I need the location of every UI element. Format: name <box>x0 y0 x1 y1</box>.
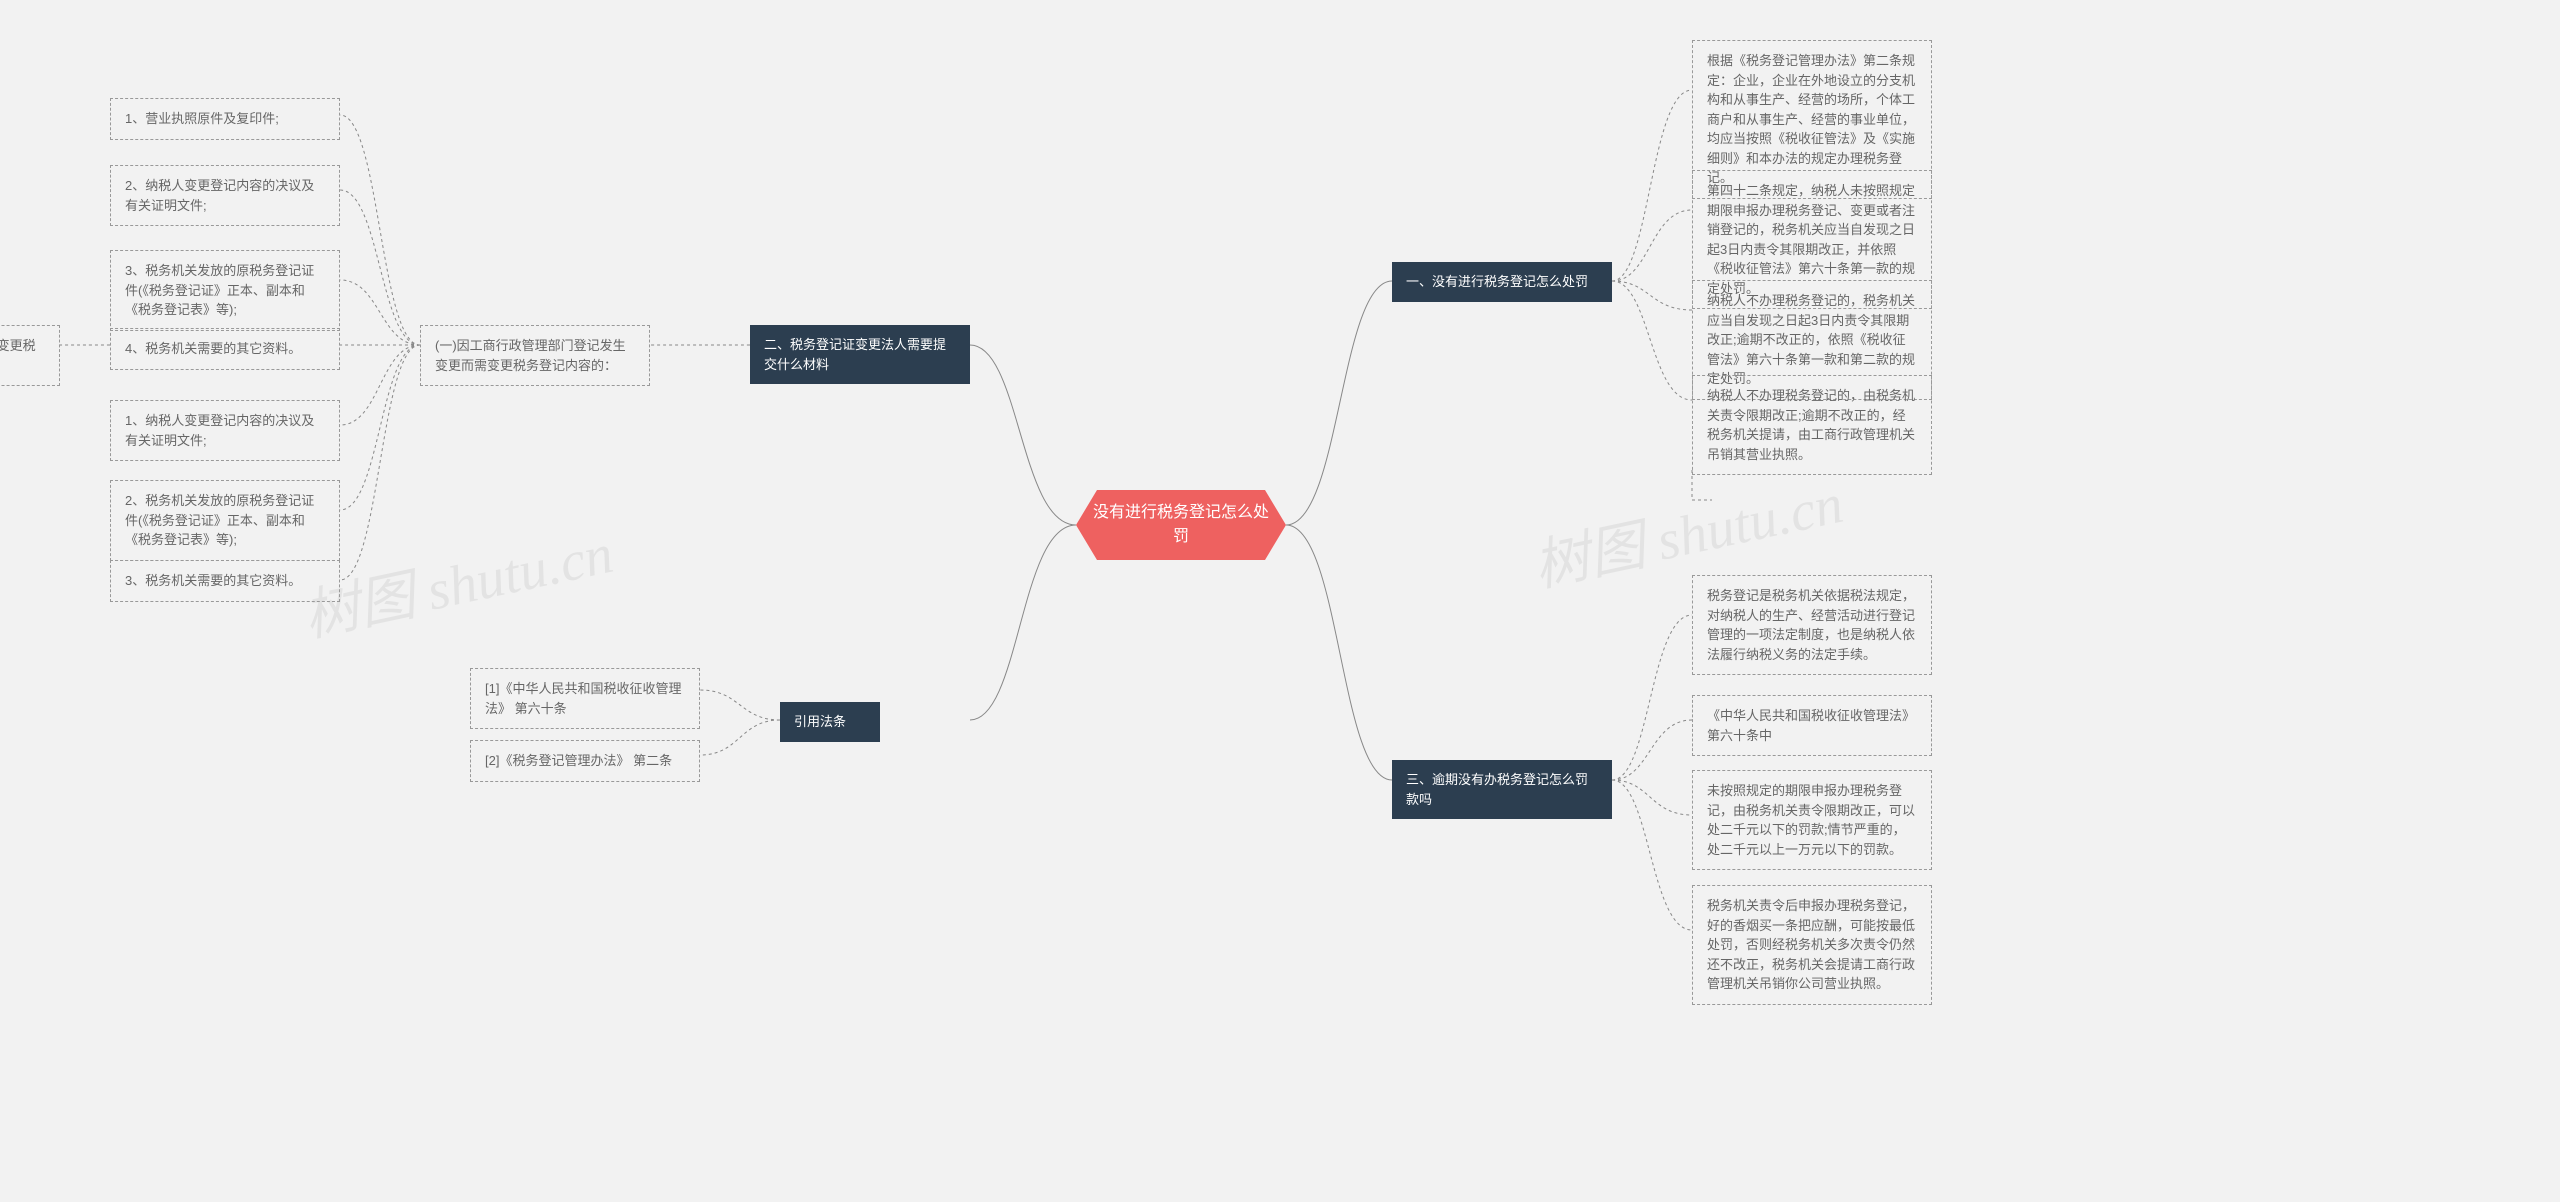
sub-a-label: (一)因工商行政管理部门登记发生变更而需变更税务登记内容的： <box>420 325 650 386</box>
leaf-b-0: 1、纳税人变更登记内容的决议及有关证明文件; <box>110 400 340 461</box>
leaf-b3-1: 《中华人民共和国税收征收管理法》第六十条中 <box>1692 695 1932 756</box>
branch-3[interactable]: 三、逾期没有办税务登记怎么罚款吗 <box>1392 760 1612 819</box>
branch-2[interactable]: 二、税务登记证变更法人需要提交什么材料 <box>750 325 970 384</box>
leaf-b-2: 3、税务机关需要的其它资料。 <box>110 560 340 602</box>
sub-b-label: (二)非工商登记变更因素而变更税务登记内容的; <box>0 325 60 386</box>
leaf-a-2: 3、税务机关发放的原税务登记证件(《税务登记证》正本、副本和《税务登记表》等); <box>110 250 340 331</box>
leaf-ref-0: [1]《中华人民共和国税收征收管理法》 第六十条 <box>470 668 700 729</box>
connectors <box>0 0 2560 1202</box>
leaf-b-1: 2、税务机关发放的原税务登记证件(《税务登记证》正本、副本和《税务登记表》等); <box>110 480 340 561</box>
root-node[interactable]: 没有进行税务登记怎么处罚 <box>1076 490 1286 560</box>
leaf-a-1: 2、纳税人变更登记内容的决议及有关证明文件; <box>110 165 340 226</box>
leaf-b1-3: 纳税人不办理税务登记的，由税务机关责令限期改正;逾期不改正的，经税务机关提请，由… <box>1692 375 1932 475</box>
branch-1[interactable]: 一、没有进行税务登记怎么处罚 <box>1392 262 1612 302</box>
leaf-a-3: 4、税务机关需要的其它资料。 <box>110 328 340 370</box>
leaf-a-0: 1、营业执照原件及复印件; <box>110 98 340 140</box>
branch-ref[interactable]: 引用法条 <box>780 702 880 742</box>
watermark: 树图 shutu.cn <box>295 508 619 653</box>
leaf-b3-0: 税务登记是税务机关依据税法规定，对纳税人的生产、经营活动进行登记管理的一项法定制… <box>1692 575 1932 675</box>
leaf-ref-1: [2]《税务登记管理办法》 第二条 <box>470 740 700 782</box>
leaf-b3-3: 税务机关责令后申报办理税务登记，好的香烟买一条把应酬，可能按最低处罚，否则经税务… <box>1692 885 1932 1005</box>
leaf-b3-2: 未按照规定的期限申报办理税务登记，由税务机关责令限期改正，可以处二千元以下的罚款… <box>1692 770 1932 870</box>
